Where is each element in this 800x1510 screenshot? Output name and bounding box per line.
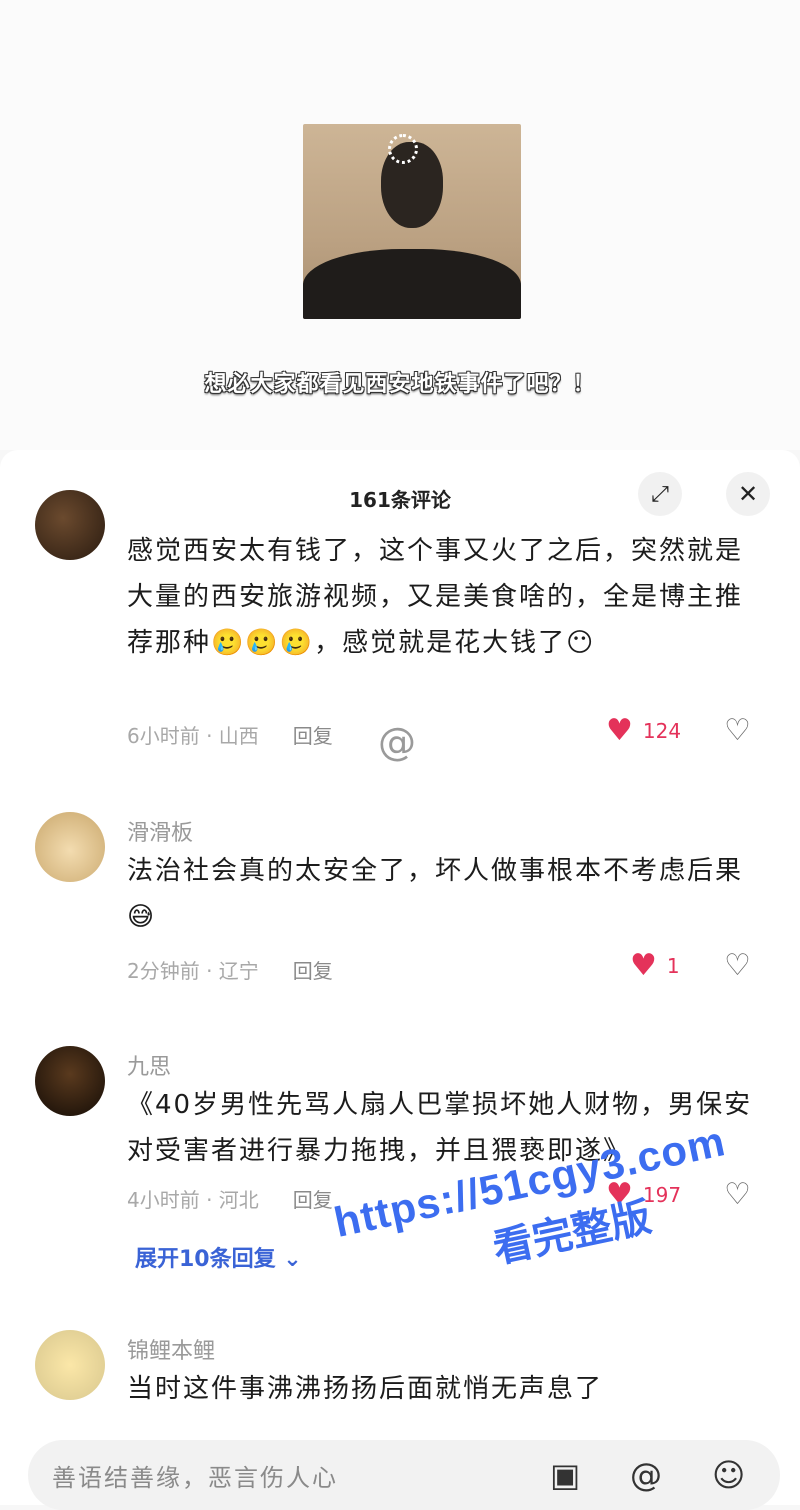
avatar[interactable] <box>35 812 105 882</box>
comment-nickname[interactable]: 滑滑板 <box>127 815 193 847</box>
heart-icon: ♥ <box>606 713 633 748</box>
video-subtitle: 想必大家都看见西安地铁事件了吧？！ <box>204 372 596 397</box>
at-mention-icon[interactable]: @ <box>630 1458 662 1492</box>
dislike-button[interactable]: ♡ <box>724 951 751 981</box>
comment-input[interactable]: 善语结善缘，恶言伤人心 <box>52 1458 338 1493</box>
comment-time-location: 6小时前 · 山西 <box>127 724 259 748</box>
video-thumbnail[interactable] <box>303 124 521 319</box>
like-count: 1 <box>666 954 680 978</box>
reply-button[interactable]: 回复 <box>293 724 333 748</box>
heart-icon: ♥ <box>630 948 657 983</box>
comment-text: 感觉西安太有钱了，这个事又火了之后，突然就是大量的西安旅游视频，又是美食啥的，全… <box>127 536 744 658</box>
comment-meta: 2分钟前 · 辽宁 回复 <box>127 955 333 984</box>
avatar[interactable] <box>35 1330 105 1400</box>
reply-button[interactable]: 回复 <box>293 1188 333 1212</box>
emoji-icon[interactable]: ☺ <box>712 1458 745 1492</box>
comment-time-location: 4小时前 · 河北 <box>127 1188 259 1212</box>
like-button[interactable]: ♥ 124 <box>606 716 681 746</box>
video-area[interactable]: 想必大家都看见西安地铁事件了吧？！ <box>0 0 800 450</box>
at-icon: @ <box>378 720 416 764</box>
dislike-button[interactable]: ♡ <box>724 716 751 746</box>
expand-replies-label: 展开10条回复 <box>135 1247 276 1272</box>
close-icon: ✕ <box>737 480 759 508</box>
comment-meta: 4小时前 · 河北 回复 <box>127 1184 333 1213</box>
close-button[interactable]: ✕ <box>726 472 770 516</box>
image-icon[interactable]: ▣ <box>550 1458 580 1492</box>
expand-icon: ⤢ <box>651 481 669 507</box>
avatar[interactable] <box>35 490 105 560</box>
comment-input-bar[interactable]: 善语结善缘，恶言伤人心 ▣ @ ☺ <box>28 1440 780 1510</box>
reply-button[interactable]: 回复 <box>293 959 333 983</box>
like-count: 124 <box>642 719 682 743</box>
comment-meta: 6小时前 · 山西 回复 <box>127 720 333 749</box>
loading-spinner-icon <box>388 134 418 164</box>
thumbnail-figure-body <box>303 249 521 319</box>
comment-nickname[interactable]: 九思 <box>127 1049 171 1081</box>
broken-heart-icon: ♡ <box>724 948 751 983</box>
avatar[interactable] <box>35 1046 105 1116</box>
chevron-down-icon: ⌄ <box>283 1247 302 1272</box>
comment-text: 法治社会真的太安全了，坏人做事根本不考虑后果😅 <box>127 856 744 932</box>
comment-text: 当时这件事沸沸扬扬后面就悄无声息了 <box>127 1374 604 1404</box>
comment-time-location: 2分钟前 · 辽宁 <box>127 959 259 983</box>
expand-replies-link[interactable]: 展开10条回复 ⌄ <box>135 1241 302 1273</box>
expand-button[interactable]: ⤢ <box>638 472 682 516</box>
comment-nickname[interactable]: 锦鲤本鲤 <box>127 1333 215 1365</box>
broken-heart-icon: ♡ <box>724 713 751 748</box>
like-button[interactable]: ♥ 1 <box>630 951 680 981</box>
comments-sheet: 161条评论 ⤢ ✕ 感觉西安太有钱了，这个事又火了之后，突然就是大量的西安旅游… <box>0 450 800 1505</box>
